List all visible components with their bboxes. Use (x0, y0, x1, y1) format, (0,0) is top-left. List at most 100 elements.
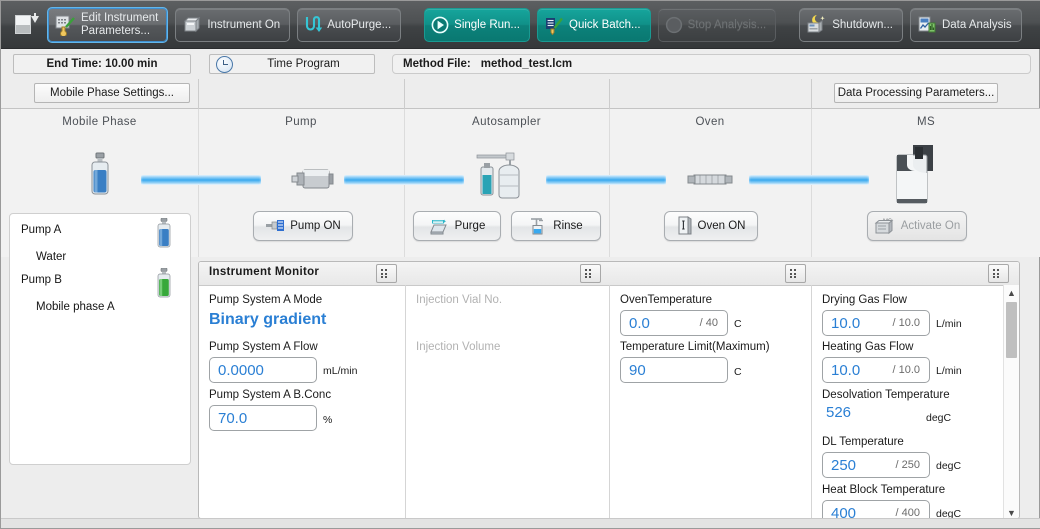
instrument-control-window: Edit Instrument Parameters... Instrument… (0, 0, 1040, 529)
settings-bar: Mobile Phase Settings... Data Processing… (1, 79, 1040, 109)
end-time-display: End Time: 10.00 min (13, 54, 191, 74)
scrollbar-thumb[interactable] (1006, 302, 1017, 358)
autosampler-device-icon (473, 145, 535, 208)
desolvation-temperature-value: 526 (826, 404, 852, 421)
dl-temperature-unit: degC (936, 460, 962, 472)
shutdown-label: Shutdown... (832, 18, 893, 31)
purge-button[interactable]: Purge (413, 211, 501, 241)
divider-1 (198, 79, 199, 109)
single-run-button[interactable]: Single Run... (424, 7, 531, 42)
temperature-limit-label: Temperature Limit(Maximum) (620, 341, 770, 353)
pump-flow-label: Pump System A Flow (209, 341, 318, 353)
heat-block-temperature-field[interactable]: 400 / 400 (822, 500, 930, 519)
toolbar-gap-2 (783, 24, 799, 25)
quick-batch-button[interactable]: Quick Batch... (537, 7, 651, 42)
temperature-limit-unit: C (734, 366, 742, 378)
stop-analysis-button[interactable]: Stop Analysis... (657, 7, 777, 42)
single-run-icon (431, 16, 449, 34)
edit-instrument-parameters-label: Edit Instrument Parameters... (81, 12, 159, 37)
panel-toggle-icon[interactable] (15, 12, 41, 38)
single-run-label: Single Run... (454, 18, 521, 31)
data-processing-parameters-button[interactable]: Data Processing Parameters... (834, 83, 998, 103)
pump-b-label: Pump B (21, 274, 62, 286)
scroll-up-arrow-icon[interactable]: ▲ (1004, 285, 1019, 300)
auto-purge-button[interactable]: AutoPurge... (297, 7, 402, 42)
shutdown-icon (806, 14, 827, 35)
grid-button-autosampler[interactable] (580, 264, 601, 283)
data-analysis-icon (917, 15, 937, 35)
temperature-limit-field[interactable]: 90 (620, 357, 728, 383)
instrument-icon (182, 16, 202, 34)
grid-icon (381, 269, 396, 278)
edit-instrument-parameters-button[interactable]: Edit Instrument Parameters... (47, 6, 169, 43)
grid-icon (585, 269, 600, 278)
pipe-mobilephase-pump (141, 175, 261, 185)
stage-title-pump: Pump (285, 116, 317, 128)
oven-temperature-field[interactable]: 0.0 / 40 (620, 310, 728, 336)
monitor-column-autosampler: Injection Vial No. Injection Volume (405, 285, 609, 518)
oven-on-label: Oven ON (697, 220, 746, 232)
stop-analysis-icon (665, 16, 683, 34)
pump-flow-value: 0.0000 (218, 361, 264, 379)
stop-analysis-label: Stop Analysis... (687, 18, 767, 31)
pump-bconc-field[interactable]: 70.0 (209, 405, 317, 431)
quick-batch-icon (544, 15, 564, 35)
heating-gas-flow-field[interactable]: 10.0 / 10.0 (822, 357, 930, 383)
instrument-monitor-panel: Instrument Monitor Pump System A Mode Bi… (198, 261, 1020, 519)
pipe-pump-autosampler (344, 175, 464, 185)
scroll-down-arrow-icon[interactable]: ▼ (1004, 505, 1019, 518)
oven-temperature-setpoint: / 40 (699, 317, 718, 329)
activate-on-button[interactable]: MS Activate On (867, 211, 967, 241)
grid-button-ms[interactable] (988, 264, 1009, 283)
oven-on-button[interactable]: Oven ON (664, 211, 758, 241)
drying-gas-flow-value: 10.0 (831, 314, 861, 332)
oven-temperature-label: OvenTemperature (620, 294, 713, 306)
heating-gas-flow-label: Heating Gas Flow (822, 341, 914, 353)
rinse-button[interactable]: Rinse (511, 211, 601, 241)
pump-on-label: Pump ON (290, 220, 341, 232)
instrument-monitor-title: Instrument Monitor (209, 266, 320, 278)
oven-column-icon (684, 167, 736, 198)
temperature-limit-value: 90 (629, 361, 646, 379)
drying-gas-flow-field[interactable]: 10.0 / 10.0 (822, 310, 930, 336)
stage-title-oven: Oven (695, 116, 725, 128)
purge-label: Purge (454, 220, 486, 232)
dl-temperature-value: 250 (831, 456, 857, 474)
instrument-monitor-header (199, 262, 1019, 286)
pump-a-solvent: Water (36, 251, 67, 263)
shutdown-button[interactable]: Shutdown... (799, 7, 903, 42)
injection-volume-label: Injection Volume (416, 341, 501, 353)
quick-batch-label: Quick Batch... (569, 18, 641, 31)
pipe-autosampler-oven (546, 175, 666, 185)
pump-flow-unit: mL/min (323, 365, 358, 377)
drying-gas-flow-setpoint: / 10.0 (892, 317, 920, 329)
activate-on-label: Activate On (900, 220, 961, 232)
divider-4 (811, 79, 812, 109)
instrument-on-button[interactable]: Instrument On (175, 7, 291, 42)
dl-temperature-field[interactable]: 250 / 250 (822, 452, 930, 478)
purge-icon (429, 218, 450, 235)
info-bar: End Time: 10.00 min Time Program Method … (1, 49, 1040, 79)
heat-block-temperature-label: Heat Block Temperature (822, 484, 946, 496)
pump-on-button[interactable]: Pump ON (253, 211, 353, 241)
heating-gas-flow-value: 10.0 (831, 361, 861, 379)
grid-button-oven[interactable] (785, 264, 806, 283)
pump-bconc-label: Pump System A B.Conc (209, 389, 332, 401)
edit-parameters-icon (54, 14, 76, 36)
drying-gas-flow-label: Drying Gas Flow (822, 294, 907, 306)
grid-button-pump[interactable] (376, 264, 397, 283)
monitor-column-oven: OvenTemperature 0.0 / 40 C Temperature L… (609, 285, 811, 518)
grid-icon (790, 269, 805, 278)
time-program-button[interactable]: Time Program (209, 54, 375, 74)
pump-b-bottle-icon (156, 267, 171, 298)
pump-flow-field[interactable]: 0.0000 (209, 357, 317, 383)
divider-2 (404, 79, 405, 109)
auto-purge-label: AutoPurge... (327, 18, 392, 31)
method-file-label: Method File: (403, 58, 471, 70)
heat-block-temperature-value: 400 (831, 504, 857, 519)
data-analysis-button[interactable]: Data Analysis (909, 7, 1022, 42)
main-toolbar: Edit Instrument Parameters... Instrument… (1, 1, 1040, 49)
mobile-phase-settings-button[interactable]: Mobile Phase Settings... (34, 83, 190, 103)
monitor-scrollbar[interactable]: ▲ ▼ (1003, 285, 1019, 518)
pump-b-solvent: Mobile phase A (36, 301, 115, 313)
